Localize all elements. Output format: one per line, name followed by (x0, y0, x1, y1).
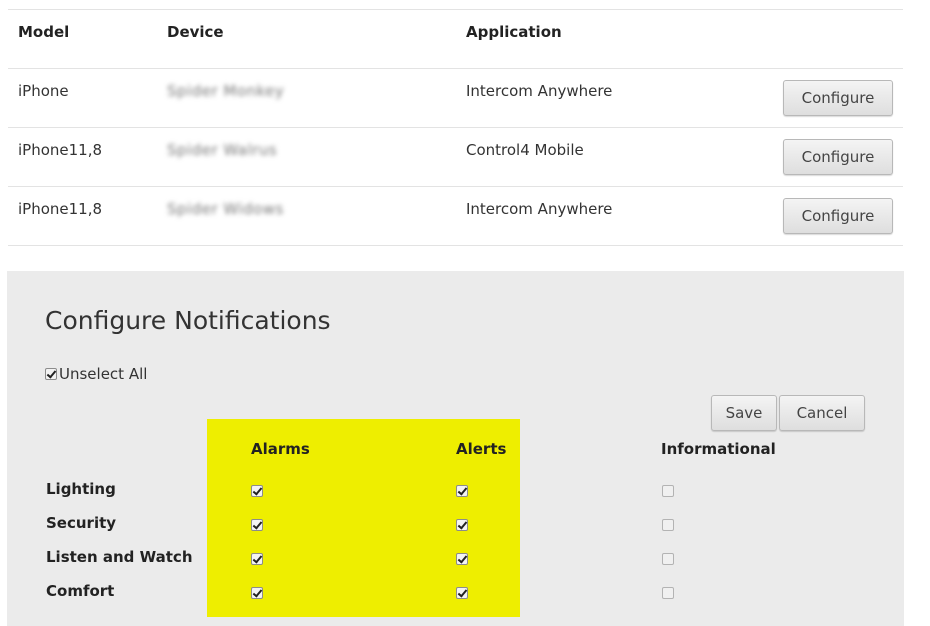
cancel-button[interactable]: Cancel (779, 395, 865, 431)
lighting-alerts-checkbox[interactable] (456, 485, 468, 497)
category-label-lighting: Lighting (46, 480, 116, 498)
column-header-application: Application (466, 23, 562, 41)
device-name-blurred: Spider Walrus (167, 141, 278, 159)
device-table: Model Device Application iPhone Spider M… (8, 9, 903, 246)
listen-and-watch-alerts-checkbox[interactable] (456, 553, 468, 565)
table-row: iPhone Spider Monkey Intercom Anywhere C… (8, 68, 903, 127)
device-name-blurred: Spider Monkey (167, 82, 285, 100)
model-cell: iPhone11,8 (18, 200, 103, 218)
device-cell: Spider Monkey (167, 82, 284, 100)
comfort-alarms-checkbox[interactable] (251, 587, 263, 599)
listen-and-watch-alarms-checkbox[interactable] (251, 553, 263, 565)
security-alarms-checkbox[interactable] (251, 519, 263, 531)
column-header-device: Device (167, 23, 224, 41)
application-cell: Intercom Anywhere (466, 82, 613, 100)
model-cell: iPhone11,8 (18, 141, 103, 159)
configure-button[interactable]: Configure (783, 80, 893, 116)
unselect-all-label: Unselect All (59, 365, 148, 383)
column-header-alarms: Alarms (251, 440, 310, 458)
device-cell: Spider Walrus (167, 141, 277, 159)
application-cell: Intercom Anywhere (466, 200, 613, 218)
category-label-comfort: Comfort (46, 582, 115, 600)
device-cell: Spider Widows (167, 200, 284, 218)
column-header-model: Model (18, 23, 70, 41)
comfort-alerts-checkbox[interactable] (456, 587, 468, 599)
table-header-row: Model Device Application (8, 9, 903, 68)
configure-button[interactable]: Configure (783, 198, 893, 234)
save-button[interactable]: Save (711, 395, 777, 431)
table-row: iPhone11,8 Spider Walrus Control4 Mobile… (8, 127, 903, 186)
category-label-security: Security (46, 514, 117, 532)
lighting-informational-checkbox[interactable] (662, 485, 674, 497)
listen-and-watch-informational-checkbox[interactable] (662, 553, 674, 565)
unselect-all-checkbox[interactable] (45, 368, 57, 380)
comfort-informational-checkbox[interactable] (662, 587, 674, 599)
configure-button[interactable]: Configure (783, 139, 893, 175)
security-informational-checkbox[interactable] (662, 519, 674, 531)
security-alerts-checkbox[interactable] (456, 519, 468, 531)
device-name-blurred: Spider Widows (167, 200, 284, 218)
table-row: iPhone11,8 Spider Widows Intercom Anywhe… (8, 186, 903, 246)
model-cell: iPhone (18, 82, 69, 100)
configure-notifications-panel: Configure Notifications Unselect All Sav… (7, 271, 904, 626)
category-label-listen-and-watch: Listen and Watch (46, 548, 193, 566)
unselect-all-control[interactable]: Unselect All (45, 365, 147, 383)
lighting-alarms-checkbox[interactable] (251, 485, 263, 497)
application-cell: Control4 Mobile (466, 141, 584, 159)
column-header-alerts: Alerts (456, 440, 507, 458)
column-header-informational: Informational (661, 440, 776, 458)
panel-title: Configure Notifications (45, 306, 331, 335)
